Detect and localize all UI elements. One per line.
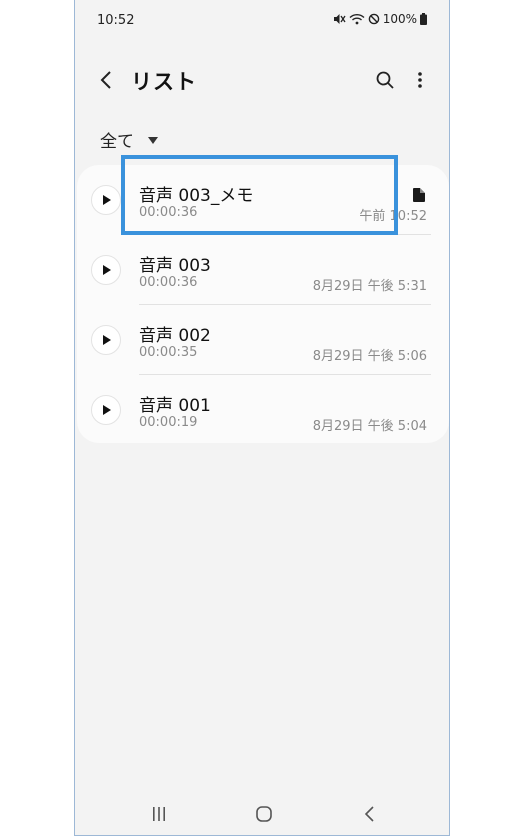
recording-date: 8月29日 午後 5:06 bbox=[312, 349, 427, 364]
play-icon[interactable] bbox=[91, 185, 121, 215]
play-icon[interactable] bbox=[91, 255, 121, 285]
highlight-box bbox=[121, 155, 398, 235]
recording-date: 8月29日 午後 5:04 bbox=[312, 419, 427, 434]
list-item[interactable]: 音声 001 00:00:19 8月29日 午後 5:04 bbox=[77, 375, 449, 445]
filter-label: 全て bbox=[100, 132, 134, 152]
list-item[interactable]: 音声 003_メモ 00:00:36 午前 10:52 bbox=[77, 155, 449, 235]
filter-dropdown[interactable]: 全て bbox=[100, 127, 158, 152]
list-item[interactable]: 音声 002 00:00:35 8月29日 午後 5:06 bbox=[77, 305, 449, 375]
play-icon[interactable] bbox=[91, 395, 121, 425]
recording-date: 8月29日 午後 5:31 bbox=[312, 279, 427, 294]
search-icon[interactable] bbox=[373, 68, 397, 92]
battery-icon bbox=[420, 13, 427, 25]
nav-back-icon[interactable] bbox=[363, 805, 377, 823]
battery-percent: 100% bbox=[382, 12, 417, 26]
phone-screen: 10:52 100% リスト 全て 音声 003_メモ 00:00:36 午前 … bbox=[74, 0, 450, 836]
play-icon[interactable] bbox=[91, 325, 121, 355]
recording-duration: 00:00:19 bbox=[139, 415, 198, 430]
recording-duration: 00:00:35 bbox=[139, 345, 198, 360]
page-title: リスト bbox=[131, 70, 197, 94]
mute-icon bbox=[333, 13, 346, 25]
back-icon[interactable] bbox=[95, 68, 119, 92]
recording-title: 音声 003 bbox=[139, 256, 211, 276]
status-icons: 100% bbox=[333, 12, 427, 26]
wifi-icon bbox=[349, 13, 365, 25]
recording-list: 音声 003_メモ 00:00:36 午前 10:52 音声 003 00:00… bbox=[77, 155, 449, 445]
list-item[interactable]: 音声 003 00:00:36 8月29日 午後 5:31 bbox=[77, 235, 449, 305]
recent-apps-icon[interactable] bbox=[151, 806, 167, 822]
memo-file-icon bbox=[413, 187, 425, 202]
status-bar: 10:52 100% bbox=[75, 0, 449, 44]
more-vert-icon[interactable] bbox=[410, 68, 430, 92]
recording-title: 音声 002 bbox=[139, 326, 211, 346]
recording-duration: 00:00:36 bbox=[139, 275, 198, 290]
app-bar: リスト bbox=[75, 58, 449, 102]
status-time: 10:52 bbox=[97, 13, 135, 28]
recording-title: 音声 001 bbox=[139, 396, 211, 416]
caret-down-icon bbox=[148, 137, 158, 144]
blocked-icon bbox=[368, 13, 380, 25]
navigation-bar bbox=[75, 796, 449, 832]
home-icon[interactable] bbox=[255, 805, 273, 823]
